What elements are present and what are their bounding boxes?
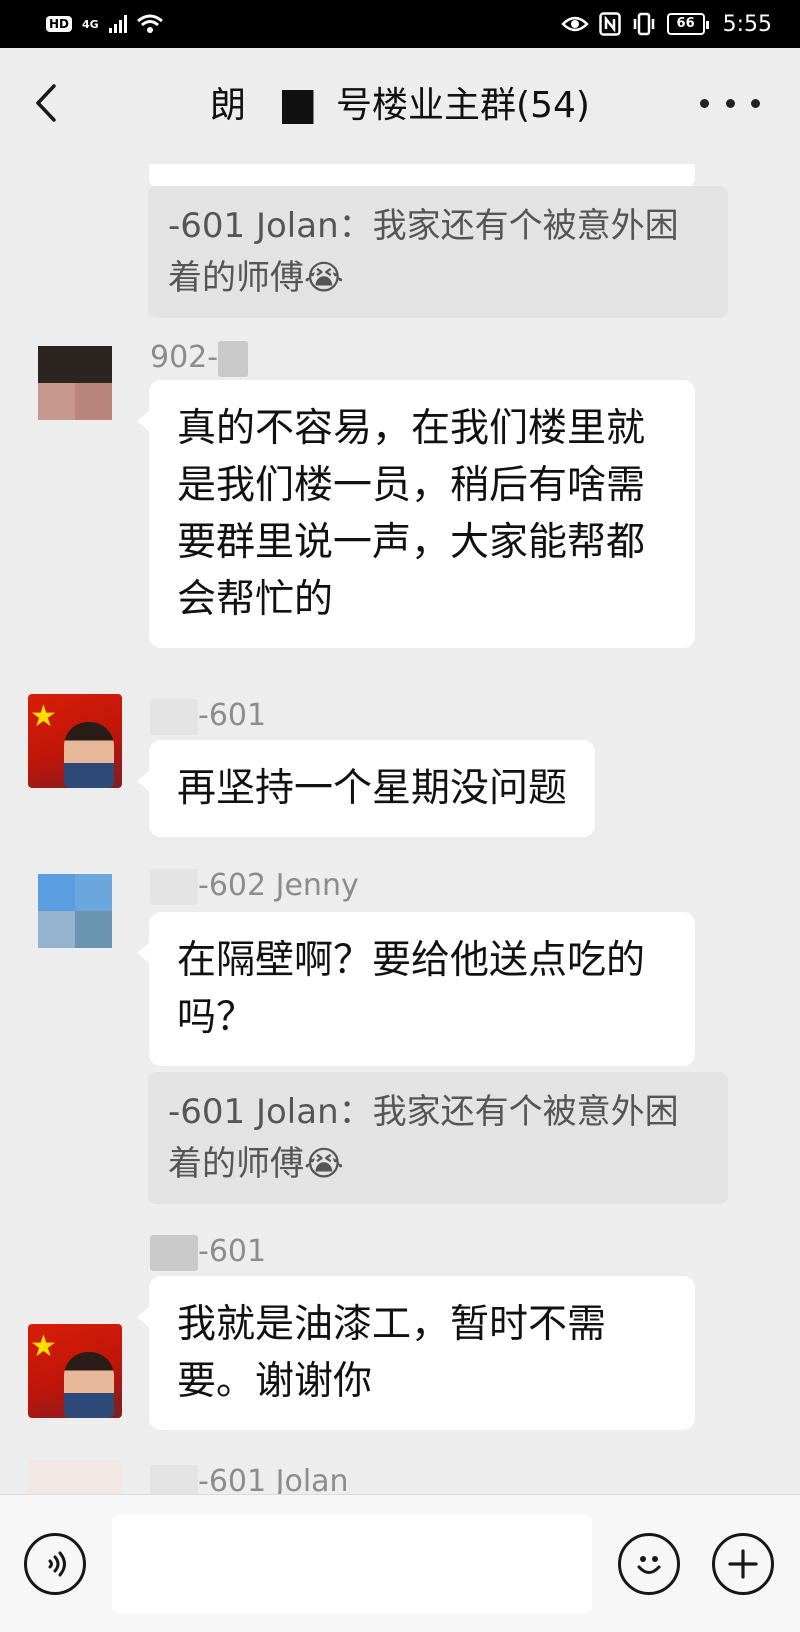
- avatar-image: [38, 874, 112, 948]
- more-dots-icon[interactable]: [700, 88, 760, 118]
- title-suffix: 号楼业主群(54): [336, 85, 590, 126]
- message-bubble[interactable]: 真的不容易，在我们楼里就是我们楼一员，稍后有啥需要群里说一声，大家能帮都会帮忙的: [137, 380, 695, 648]
- chat-header: 朗 号楼业主群(54): [0, 48, 800, 164]
- voice-icon: [48, 1551, 66, 1577]
- emoji-icon: [637, 1556, 661, 1574]
- avatar[interactable]: ★: [28, 694, 122, 788]
- input-bar: [0, 1494, 800, 1632]
- redaction: [218, 340, 249, 377]
- sender-name: -601 Jolan: [150, 1462, 349, 1494]
- message-bubble[interactable]: 我就是油漆工，暂时不需要。谢谢你: [137, 1276, 695, 1430]
- message-bubble[interactable]: 在隔壁啊？要给他送点吃的吗？: [137, 912, 695, 1066]
- previous-bubble-fragment: [149, 164, 695, 188]
- message-bubble[interactable]: 再坚持一个星期没问题: [136, 740, 596, 837]
- redaction: [150, 1234, 198, 1271]
- sender-name: -601: [150, 1232, 266, 1272]
- message-text: 在隔壁啊？要给他送点吃的吗？: [177, 938, 646, 1040]
- redaction: [150, 698, 198, 735]
- avatar[interactable]: [28, 336, 122, 430]
- message-text: 再坚持一个星期没问题: [177, 766, 568, 811]
- avatar[interactable]: ★: [28, 1324, 122, 1418]
- flag-star-icon: ★: [30, 699, 57, 734]
- sender-name: -601: [150, 696, 266, 736]
- plus-icon: [728, 1549, 758, 1579]
- clock: 5:55: [722, 11, 772, 37]
- person-photo: [64, 1352, 114, 1418]
- sender-name: 902-: [150, 338, 249, 378]
- avatar[interactable]: [28, 864, 122, 958]
- message-list[interactable]: -601 Jolan：我家还有个被意外困着的师傅😭 902- 真的不容易，在我们…: [0, 164, 800, 1494]
- title-redaction: [246, 90, 337, 124]
- quoted-message[interactable]: -601 Jolan：我家还有个被意外困着的师傅😭: [148, 186, 728, 318]
- network-label: 4G: [82, 17, 99, 31]
- wifi-icon: [136, 14, 163, 33]
- quoted-message[interactable]: -601 Jolan：我家还有个被意外困着的师傅😭: [148, 1072, 728, 1204]
- quote-text: -601 Jolan：我家还有个被意外困着的师傅😭: [168, 1092, 679, 1184]
- plus-button[interactable]: [712, 1533, 774, 1595]
- emoji-button[interactable]: [618, 1533, 680, 1595]
- eye-icon: [560, 16, 589, 32]
- message-input[interactable]: [112, 1515, 592, 1613]
- flag-star-icon: ★: [30, 1329, 57, 1364]
- avatar-image: [38, 346, 112, 420]
- battery-icon: 66: [666, 13, 709, 35]
- title-prefix: 朗: [210, 85, 247, 126]
- vibrate-icon: [633, 12, 654, 36]
- hd-badge: HD: [46, 16, 73, 32]
- avatar[interactable]: [28, 1460, 122, 1494]
- page-title: 朗 号楼业主群(54): [0, 48, 800, 164]
- redaction: [150, 868, 198, 905]
- message-text: 真的不容易，在我们楼里就是我们楼一员，稍后有啥需要群里说一声，大家能帮都会帮忙的: [177, 406, 646, 622]
- message-text: 我就是油漆工，暂时不需要。谢谢你: [177, 1302, 607, 1404]
- person-photo: [64, 722, 114, 788]
- status-bar: HD 4G 66 5:55: [0, 0, 800, 48]
- voice-button[interactable]: [24, 1533, 86, 1595]
- status-right: 66 5:55: [560, 11, 772, 37]
- quote-text: -601 Jolan：我家还有个被意外困着的师傅😭: [168, 206, 679, 298]
- sender-name: -602 Jenny: [150, 866, 359, 906]
- redaction: [150, 1464, 198, 1494]
- signal-icon: [108, 15, 127, 33]
- status-left: HD 4G: [46, 14, 163, 34]
- nfc-icon: [598, 12, 621, 36]
